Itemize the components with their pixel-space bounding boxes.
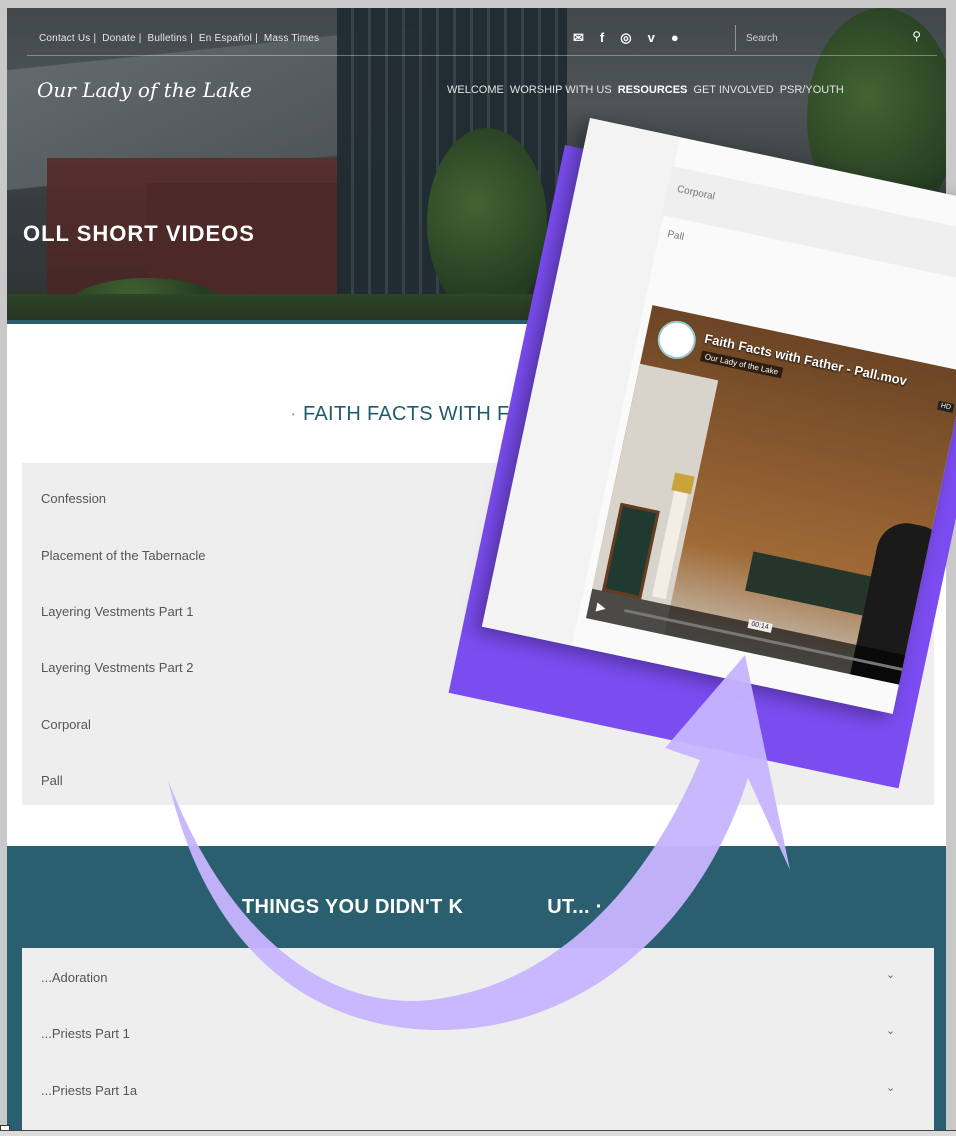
title-dot: · <box>290 403 297 425</box>
link-separator: | <box>93 33 97 44</box>
accordion-item-adoration[interactable]: ...Adoration <box>41 970 108 985</box>
nav-get-involved[interactable]: GET INVOLVED <box>693 84 773 96</box>
vimeo-icon[interactable]: v <box>648 30 655 46</box>
accordion-item-vestments-2[interactable]: Layering Vestments Part 2 <box>41 660 193 675</box>
video-player[interactable]: Faith Facts with Father - Pall.mov Our L… <box>585 305 956 687</box>
contact-us-link[interactable]: Contact Us <box>39 33 90 44</box>
video-scene-altar <box>745 551 871 616</box>
section-title-text: THINGS YOU DIDN'T K <box>242 896 464 918</box>
instagram-icon[interactable]: ◎ <box>620 30 631 46</box>
window-bottom-edge <box>0 1130 956 1136</box>
donate-link[interactable]: Donate <box>102 33 135 44</box>
mass-times-link[interactable]: Mass Times <box>264 33 319 44</box>
section-title-tail: UT... · <box>547 896 603 918</box>
accordion-item-priests-1[interactable]: ...Priests Part 1 <box>41 1026 130 1041</box>
chat-icon[interactable]: ● <box>671 30 679 46</box>
en-espanol-link[interactable]: En Español <box>199 33 252 44</box>
channel-avatar[interactable] <box>654 317 700 363</box>
nav-worship-with-us[interactable]: WORSHIP WITH US <box>510 84 612 96</box>
facebook-icon[interactable]: f <box>600 30 604 46</box>
utility-links: Contact Us | Donate | Bulletins | En Españo… <box>39 33 322 44</box>
accordion-item-vestments-1[interactable]: Layering Vestments Part 1 <box>41 604 193 619</box>
accordion-item-confession[interactable]: Confession <box>41 491 106 506</box>
header-divider <box>27 55 937 56</box>
card-item-pall: Pall <box>666 228 686 244</box>
page-title: OLL SHORT VIDEOS <box>23 221 255 246</box>
accordion-item-tabernacle[interactable]: Placement of the Tabernacle <box>41 548 206 563</box>
search-icon[interactable]: ⚲ <box>912 29 921 43</box>
section-title-text: FAITH FACTS WITH F <box>302 403 510 425</box>
nav-psr-youth[interactable]: PSR/YOUTH <box>780 84 844 96</box>
main-nav: WELCOME WORSHIP WITH US RESOURCES GET IN… <box>447 84 844 96</box>
site-logo[interactable]: Our Lady of the Lake <box>37 78 252 102</box>
section-title-things: THINGS YOU DIDN'T K UT... · <box>242 896 603 919</box>
chevron-down-icon[interactable]: ⌄ <box>886 1024 895 1037</box>
mail-icon[interactable]: ✉ <box>573 30 584 46</box>
nav-welcome[interactable]: WELCOME <box>447 84 504 96</box>
link-separator: | <box>190 33 193 44</box>
section-title-faith-facts: · FAITH FACTS WITH F <box>290 403 509 426</box>
things-you-didnt-know-section: THINGS YOU DIDN'T K UT... · ...Adoration … <box>7 846 946 1130</box>
chevron-down-icon[interactable]: ⌄ <box>886 1081 895 1094</box>
play-icon[interactable]: ▶ <box>595 599 607 615</box>
accordion-item-pall[interactable]: Pall <box>41 773 63 788</box>
things-accordion: ...Adoration ⌄ ...Priests Part 1 ⌄ ...Pr… <box>22 948 934 1130</box>
nav-resources[interactable]: RESOURCES <box>618 84 688 96</box>
accordion-item-corporal[interactable]: Corporal <box>41 717 91 732</box>
link-separator: | <box>255 33 258 44</box>
chevron-down-icon[interactable]: ⌄ <box>886 968 895 981</box>
accordion-item-priests-1a[interactable]: ...Priests Part 1a <box>41 1083 137 1098</box>
link-separator: | <box>138 33 142 44</box>
hd-badge: HD <box>936 400 955 413</box>
search-box: ⚲ <box>735 25 921 51</box>
bulletins-link[interactable]: Bulletins <box>148 33 188 44</box>
search-input[interactable] <box>746 32 886 44</box>
social-links: ✉ f ◎ v ● <box>573 30 679 46</box>
